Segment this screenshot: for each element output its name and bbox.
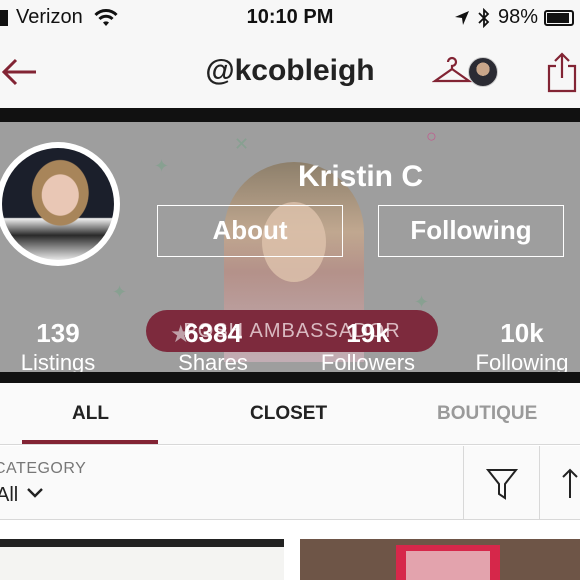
active-tab-indicator bbox=[22, 440, 158, 444]
confetti-decoration: ✦ bbox=[154, 156, 170, 176]
stat-label: Following bbox=[475, 350, 569, 372]
profile-header: ✕ ✦ ○ ✦ ✦ Kristin C About Following POSH… bbox=[0, 108, 580, 383]
back-button[interactable] bbox=[0, 54, 40, 90]
listing-tile[interactable] bbox=[0, 539, 284, 580]
tab-all[interactable]: ALL bbox=[72, 403, 109, 425]
navigation-bar: @kcobleigh bbox=[0, 36, 580, 108]
stat-label: Listings bbox=[20, 350, 96, 372]
listing-grid bbox=[0, 521, 580, 580]
stat-value: 10k bbox=[500, 318, 544, 348]
back-arrow-icon bbox=[1, 58, 36, 86]
stat-following[interactable]: 10k Following bbox=[452, 318, 580, 372]
tab-boutique[interactable]: BOUTIQUE bbox=[437, 403, 537, 425]
listing-image bbox=[396, 545, 500, 580]
chevron-down-icon bbox=[27, 488, 43, 498]
stat-value: 139 bbox=[36, 318, 80, 348]
confetti-decoration: ○ bbox=[426, 126, 437, 146]
listing-tile[interactable] bbox=[300, 539, 580, 580]
stat-label: Followers bbox=[320, 350, 416, 372]
confetti-decoration: ✦ bbox=[112, 282, 128, 302]
location-arrow-icon bbox=[454, 10, 469, 25]
tab-closet[interactable]: CLOSET bbox=[250, 403, 327, 425]
avatar-image bbox=[2, 148, 114, 260]
about-button[interactable]: About bbox=[157, 205, 343, 257]
category-label: CATEGORY bbox=[0, 460, 87, 477]
sort-icon bbox=[562, 468, 578, 498]
profile-name: Kristin C bbox=[298, 160, 424, 193]
battery-icon bbox=[544, 9, 574, 26]
stat-value: 6384 bbox=[184, 318, 242, 348]
profile-header-background: ✕ ✦ ○ ✦ ✦ Kristin C About Following POSH… bbox=[0, 122, 580, 372]
category-dropdown[interactable]: CATEGORY All bbox=[0, 446, 463, 520]
closet-tabs: ALL CLOSET BOUTIQUE bbox=[0, 383, 580, 445]
profile-avatar[interactable] bbox=[0, 142, 120, 266]
confetti-decoration: ✕ bbox=[234, 134, 250, 154]
bluetooth-icon bbox=[478, 7, 490, 28]
stat-followers[interactable]: 19k Followers bbox=[298, 318, 438, 372]
following-button[interactable]: Following bbox=[378, 205, 564, 257]
sort-button[interactable] bbox=[539, 446, 580, 520]
stat-shares[interactable]: 6384 Shares bbox=[143, 318, 283, 372]
status-bar: Verizon 10:10 PM 98% bbox=[0, 0, 580, 36]
category-value: All bbox=[0, 484, 19, 506]
stat-label: Shares bbox=[178, 350, 248, 372]
status-right: 98% bbox=[454, 6, 574, 29]
filter-button[interactable] bbox=[463, 446, 539, 520]
share-button[interactable] bbox=[545, 50, 579, 94]
share-icon bbox=[547, 52, 577, 93]
listing-image bbox=[0, 547, 284, 580]
battery-percent: 98% bbox=[497, 6, 538, 28]
stat-listings[interactable]: 139 Listings bbox=[0, 318, 128, 372]
avatar bbox=[468, 57, 498, 87]
filter-bar: CATEGORY All bbox=[0, 446, 580, 520]
stat-value: 19k bbox=[346, 318, 390, 348]
closet-hanger-button[interactable] bbox=[431, 54, 502, 88]
filter-funnel-icon bbox=[485, 469, 519, 500]
hanger-icon bbox=[431, 56, 473, 83]
